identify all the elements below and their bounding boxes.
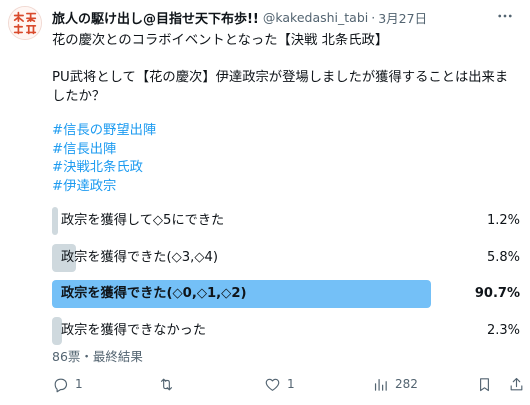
poll-option: 政宗を獲得できなかった 2.3% [52,316,522,345]
reply-button[interactable]: 1 [52,372,83,396]
tweet[interactable]: 旅人の駆け出し@目指せ天下布歩!! @kakedashi_tabi · 3月27… [0,0,530,405]
like-count: 1 [287,377,295,391]
hashtag-link[interactable]: #信長の野望出陣 [52,122,518,141]
more-icon [498,14,512,18]
bookmark-button[interactable] [476,372,493,396]
poll-option-percent: 5.8% [486,249,520,265]
hashtag-link[interactable]: #信長出陣 [52,141,518,160]
reply-icon [54,378,68,392]
display-name[interactable]: 旅人の駆け出し@目指せ天下布歩!! [52,8,259,27]
poll-option-label: 政宗を獲得して◇5にできた [61,213,225,228]
like-button[interactable]: 1 [264,372,295,396]
hashtag-link[interactable]: #決戦北条氏政 [52,159,518,178]
views-button[interactable]: 282 [372,372,418,396]
tweet-date[interactable]: 3月27日 [378,8,427,27]
poll-option-percent: 1.2% [486,213,520,228]
hashtag-list: #信長の野望出陣 #信長出陣 #決戦北条氏政 #伊達政宗 [52,122,518,196]
views-count: 282 [395,377,418,391]
share-icon [510,377,523,390]
hashtag-link[interactable]: #伊達政宗 [52,178,518,197]
more-options-button[interactable] [494,6,516,26]
retweet-icon [160,378,173,390]
handle[interactable]: @kakedashi_tabi [263,10,368,25]
views-icon [374,378,387,391]
bookmark-icon [480,377,489,391]
poll-option-label: 政宗を獲得できた(◇0,◇1,◇2) [61,286,247,301]
poll-bar [52,207,58,235]
heart-icon [265,378,280,391]
avatar-logo-icon [9,7,41,39]
separator-dot: · [371,9,376,25]
reply-count: 1 [75,377,83,391]
poll-option-percent: 2.3% [486,322,520,338]
tweet-question: PU武将として【花の慶次】伊達政宗が登場しましたが獲得することは出来ましたか？ [52,70,509,104]
avatar[interactable] [8,6,42,40]
poll-meta: 86票・最終結果 [52,349,143,364]
poll-option: 政宗を獲得して◇5にできた 1.2% [52,207,522,235]
action-bar: 1 1 282 [52,372,525,396]
poll-option-label: 政宗を獲得できなかった [61,322,207,338]
poll: 政宗を獲得して◇5にできた 1.2% 政宗を獲得できた(◇3,◇4) 5.8% … [52,207,522,353]
poll-option: 政宗を獲得できた(◇3,◇4) 5.8% [52,243,522,272]
poll-option-label: 政宗を獲得できた(◇3,◇4) [61,249,219,265]
share-button[interactable] [508,372,525,396]
poll-option-percent: 90.7% [474,286,520,301]
retweet-button[interactable] [158,372,181,396]
tweet-text-line1: 花の慶次とのコラボイベントとなった【決戦 北条氏政】 [52,33,389,48]
poll-option: 政宗を獲得できた(◇0,◇1,◇2) 90.7% [52,280,522,308]
tweet-header: 旅人の駆け出し@目指せ天下布歩!! @kakedashi_tabi · 3月27… [52,6,490,28]
